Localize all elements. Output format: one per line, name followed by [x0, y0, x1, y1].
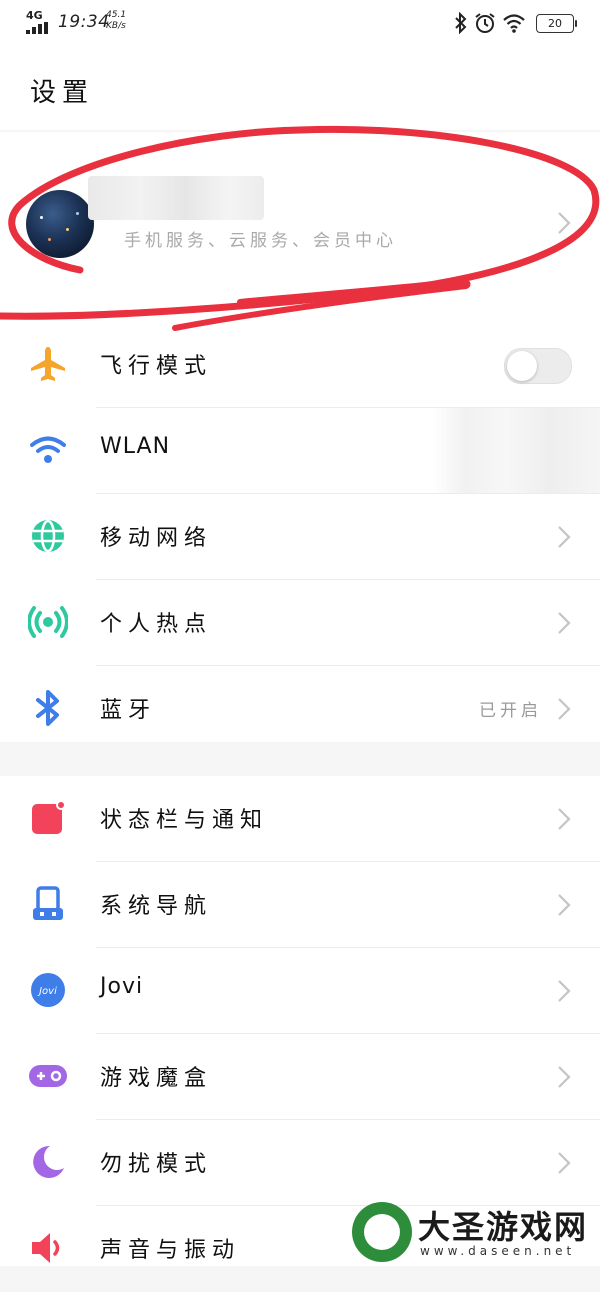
chevron-right-icon: [558, 1066, 571, 1088]
page-title: 设置: [30, 78, 95, 108]
airplane-mode-toggle[interactable]: [504, 348, 572, 384]
row-statusbar-notifications[interactable]: 状态栏与通知: [0, 776, 600, 862]
wifi-icon: [30, 436, 66, 463]
watermark-url: www.daseen.net: [420, 1244, 576, 1258]
bluetooth-icon: [36, 690, 59, 726]
bluetooth-icon: [455, 12, 467, 34]
globe-icon: [32, 519, 64, 553]
settings-group-system: 状态栏与通知 系统导航 Jovi Jovi 游戏魔盒 勿扰模式 声音与振动: [0, 776, 600, 1266]
row-hotspot[interactable]: 个人热点: [0, 580, 600, 666]
speed-value: 45.1: [106, 10, 127, 20]
account-name-blurred: [88, 176, 264, 220]
row-label: 系统导航: [100, 894, 213, 919]
chevron-right-icon: [558, 526, 571, 548]
row-label: 勿扰模式: [100, 1152, 213, 1177]
settings-group-connectivity: 飞行模式 WLAN 移动网络 个人热点 蓝牙 已开启: [0, 322, 600, 742]
account-subtitle: 手机服务、云服务、会员中心: [124, 231, 397, 251]
network-speed: 45.1 KB/s: [106, 10, 126, 32]
watermark-title: 大圣游戏网: [418, 1208, 589, 1246]
chevron-right-icon: [558, 698, 571, 720]
watermark-logo: [352, 1202, 412, 1262]
row-airplane-mode[interactable]: 飞行模式: [0, 322, 600, 408]
row-bluetooth[interactable]: 蓝牙 已开启: [0, 666, 600, 752]
chevron-right-icon: [558, 808, 571, 830]
speed-unit: KB/s: [106, 21, 126, 31]
row-mobile-network[interactable]: 移动网络: [0, 494, 600, 580]
watermark: 大圣游戏网 www.daseen.net: [352, 1200, 600, 1266]
row-jovi[interactable]: Jovi Jovi: [0, 948, 600, 1034]
row-label: 蓝牙: [100, 698, 157, 723]
svg-text:Jovi: Jovi: [37, 986, 57, 997]
row-label: 个人热点: [100, 612, 213, 637]
row-label: 移动网络: [100, 526, 213, 551]
header: 设置: [0, 48, 600, 130]
row-label: 声音与振动: [100, 1238, 241, 1263]
notification-icon: [32, 800, 66, 834]
wifi-icon: [503, 14, 525, 33]
clock: 19:34: [58, 12, 110, 32]
speaker-icon: [32, 1233, 60, 1263]
cell-signal-icon: [26, 22, 48, 34]
battery-level: 20: [548, 17, 562, 30]
gamepad-icon: [29, 1065, 67, 1087]
row-label: 飞行模式: [100, 354, 213, 379]
row-label: 状态栏与通知: [100, 808, 269, 833]
status-right: 20: [424, 12, 577, 36]
chevron-right-icon: [558, 212, 571, 234]
airplane-icon: [31, 347, 65, 381]
moon-icon: [33, 1145, 64, 1178]
network-type: 4G: [26, 9, 43, 22]
chevron-right-icon: [558, 980, 571, 1002]
jovi-icon: Jovi: [31, 973, 65, 1007]
account-card[interactable]: 手机服务、云服务、会员中心: [0, 132, 600, 322]
chevron-right-icon: [558, 1152, 571, 1174]
battery-icon: 20: [536, 14, 577, 33]
row-game-box[interactable]: 游戏魔盒: [0, 1034, 600, 1120]
avatar[interactable]: [26, 190, 94, 258]
row-do-not-disturb[interactable]: 勿扰模式: [0, 1120, 600, 1206]
bluetooth-status: 已开启: [479, 701, 542, 721]
chevron-right-icon: [558, 894, 571, 916]
toggle-knob: [507, 351, 537, 381]
navigation-icon: [33, 886, 63, 920]
chevron-right-icon: [558, 612, 571, 634]
status-bar: 4G 19:34 45.1 KB/s 20: [0, 0, 600, 48]
wlan-network-blurred: [432, 408, 600, 494]
row-label: Jovi: [100, 974, 144, 999]
hotspot-icon: [28, 606, 68, 638]
row-label: WLAN: [100, 434, 171, 459]
row-system-navigation[interactable]: 系统导航: [0, 862, 600, 948]
row-label: 游戏魔盒: [100, 1066, 213, 1091]
alarm-icon: [475, 13, 495, 33]
row-wlan[interactable]: WLAN: [0, 408, 600, 494]
